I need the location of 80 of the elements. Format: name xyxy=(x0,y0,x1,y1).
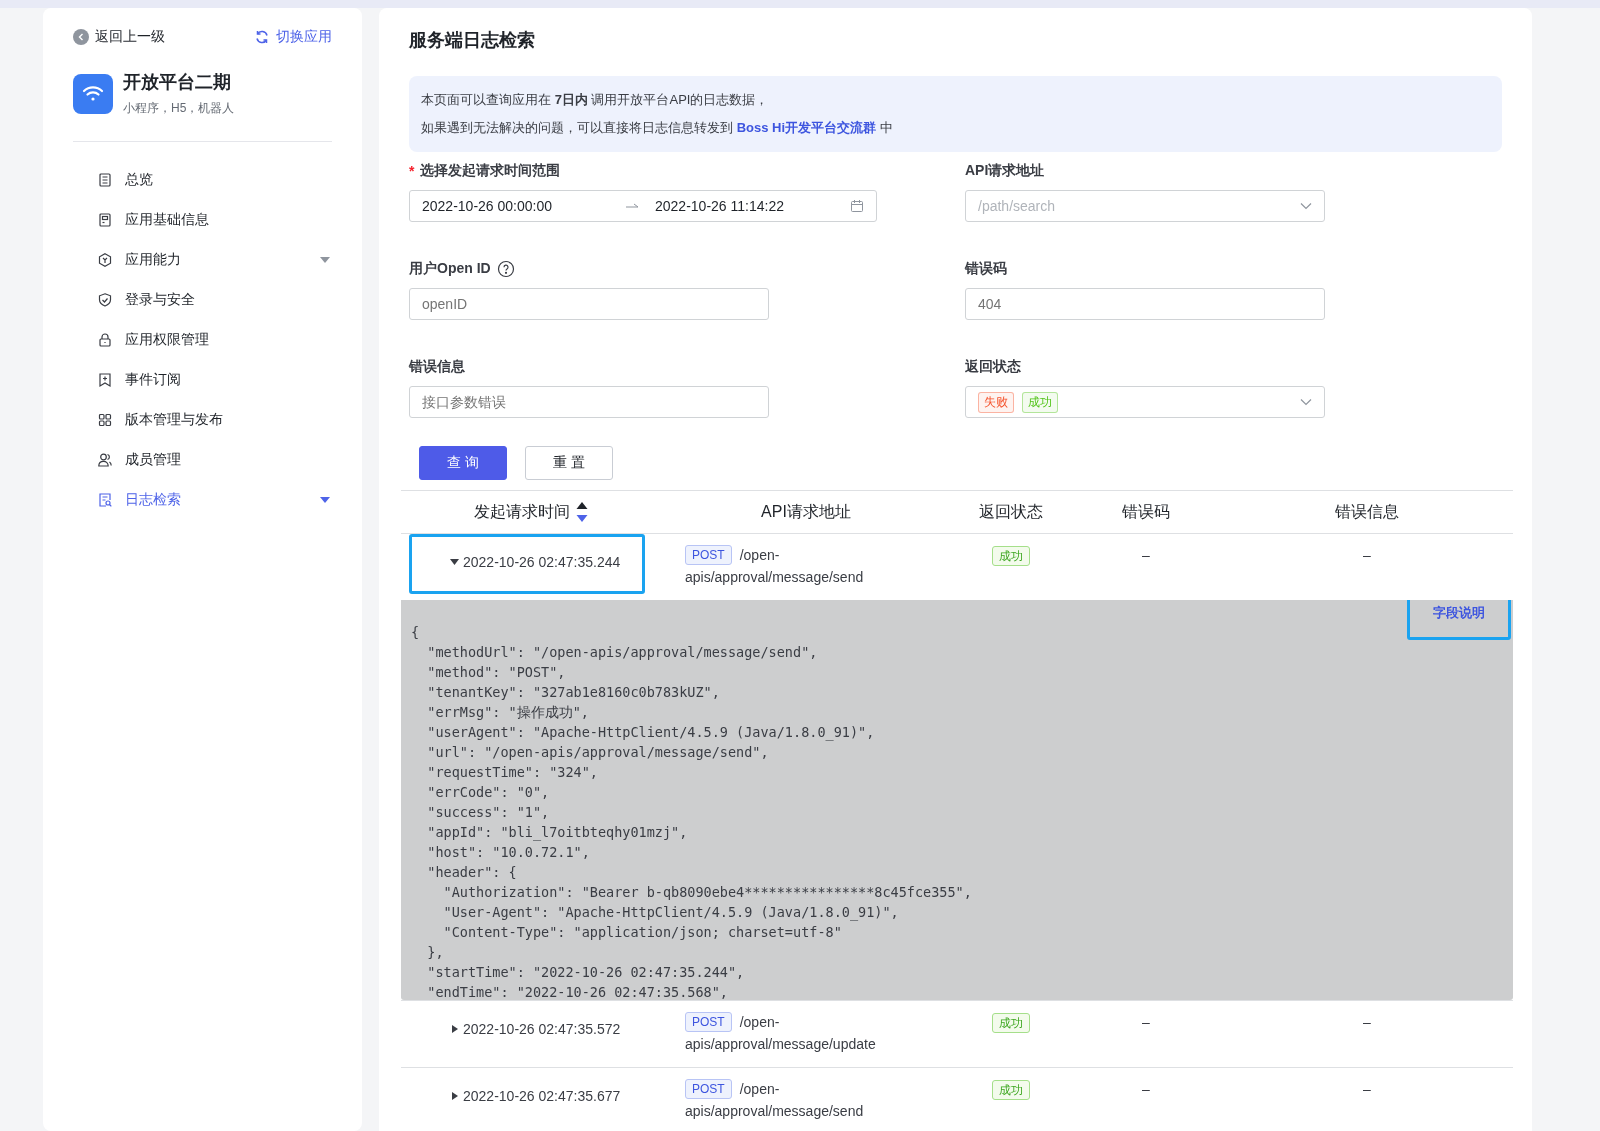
document-icon xyxy=(97,212,113,228)
arrow-icon xyxy=(625,201,639,211)
field-label: 用户Open ID xyxy=(409,260,491,278)
bookmark-icon xyxy=(97,372,113,388)
sort-icon[interactable] xyxy=(576,501,588,523)
column-header: API请求地址 xyxy=(761,501,851,522)
reset-button[interactable]: 重 置 xyxy=(525,446,613,480)
column-header[interactable]: 发起请求时间 xyxy=(474,501,570,523)
end-date: 2022-10-26 11:14:22 xyxy=(655,198,785,214)
nav-item[interactable]: 事件订阅 xyxy=(97,360,332,400)
time-cell[interactable]: 2022-10-26 02:47:35.677 xyxy=(409,1068,645,1128)
caret-down-icon[interactable] xyxy=(450,558,459,566)
caret-right-icon[interactable] xyxy=(450,1025,459,1033)
page-title: 服务端日志检索 xyxy=(409,29,536,52)
field-label: 返回状态 xyxy=(965,358,1021,376)
status-tag: 成功 xyxy=(992,1013,1030,1033)
table-cell: – xyxy=(1142,547,1150,563)
chevron-down-icon xyxy=(1300,202,1312,210)
nav-item[interactable]: 登录与安全 xyxy=(97,280,332,320)
cube-icon xyxy=(97,252,113,268)
notice-text: 本页面可以查询应用在 7日内 调用开放平台API的日志数据， xyxy=(421,91,770,109)
back-icon xyxy=(73,29,89,45)
api-path: POST /open-apis/approval/message/send xyxy=(685,1078,865,1121)
nav-item[interactable]: 应用权限管理 xyxy=(97,320,332,360)
app-name: 开放平台二期 xyxy=(123,71,232,94)
nav-item[interactable]: 应用基础信息 xyxy=(97,200,332,240)
field-label: 选择发起请求时间范围 xyxy=(420,162,561,180)
notice-text: 如果遇到无法解决的问题，可以直接将日志信息转发到 Boss Hi开发平台交流群 中 xyxy=(421,119,894,137)
time-cell[interactable]: 2022-10-26 02:47:35.244 xyxy=(409,534,645,594)
switch-app-link[interactable]: 切换应用 xyxy=(254,28,332,46)
refresh-icon xyxy=(254,29,270,45)
query-button[interactable]: 查 询 xyxy=(419,446,507,480)
time-cell[interactable]: 2022-10-26 02:47:35.572 xyxy=(409,1001,645,1061)
method-tag: POST xyxy=(685,1012,732,1032)
field-label: 错误码 xyxy=(965,260,1007,278)
field-info-link[interactable]: 字段说明 xyxy=(1407,600,1511,640)
app-subtitle: 小程序，H5，机器人 xyxy=(123,100,235,117)
nav-item[interactable]: 成员管理 xyxy=(97,440,332,480)
input-field[interactable]: 404 xyxy=(965,288,1325,320)
list-icon xyxy=(97,172,113,188)
table-cell: – xyxy=(1363,1014,1371,1030)
json-code: { "methodUrl": "/open-apis/approval/message/send", "method": "POST", "tenantKey": "327ab1e8160c0b783kUZ", "errMsg": "操作成功", "userAgent": "Apache-HttpClient/4.5.9 (Java/1.8.0_91)", "url": "/open-apis/approval/message/send", "requestTime": "324", "errCode": "0", "success": "1", "appId": "bli_l7oitbteqhy01mzj", "host": "10.0.72.1", "header": { "Authorization": "Bearer b-qb8090ebe4****************8c45fce355", "User-Agent": "Apache-HttpClient/4.5.9 (Java/1.8.0_91)", "Content-Type": "application/json; charset=utf-8" }, "startTime": "2022-10-26 02:47:35.244", "endTime": "2022-10-26 02:47:35.568", xyxy=(410,623,973,1000)
api-path: POST /open-apis/approval/message/send xyxy=(685,544,865,587)
calendar-icon xyxy=(850,199,864,213)
status-tag: 失败 xyxy=(978,391,1014,413)
field-label: 错误信息 xyxy=(409,358,465,376)
status-tag: 成功 xyxy=(1022,391,1058,413)
shield-icon xyxy=(97,292,113,308)
caret-right-icon[interactable] xyxy=(450,1092,459,1100)
table-cell: – xyxy=(1363,547,1371,563)
method-tag: POST xyxy=(685,545,732,565)
nav-item[interactable]: 版本管理与发布 xyxy=(97,400,332,440)
status-tag: 成功 xyxy=(992,1080,1030,1100)
column-header: 错误码 xyxy=(1122,501,1170,522)
lock-icon xyxy=(97,332,113,348)
input-field[interactable]: openID xyxy=(409,288,769,320)
help-icon[interactable] xyxy=(496,260,515,278)
search-document-icon xyxy=(97,492,113,508)
nav-item[interactable]: 总览 xyxy=(97,160,332,200)
input-field[interactable]: 接口参数错误 xyxy=(409,386,769,418)
column-header: 错误信息 xyxy=(1335,501,1399,522)
method-tag: POST xyxy=(685,1079,732,1099)
wifi-icon xyxy=(73,73,113,114)
back-link[interactable]: 返回上一级 xyxy=(73,28,165,46)
table-cell: – xyxy=(1142,1014,1150,1030)
field-label: API请求地址 xyxy=(965,162,1045,180)
column-header: 返回状态 xyxy=(979,501,1043,522)
required-mark: * xyxy=(409,163,415,179)
nav-item[interactable]: 应用能力 xyxy=(97,240,332,280)
grid-icon xyxy=(97,412,113,428)
status-tag: 成功 xyxy=(992,546,1030,566)
start-date: 2022-10-26 00:00:00 xyxy=(422,198,553,214)
table-cell: – xyxy=(1363,1081,1371,1097)
group-link[interactable]: Boss Hi开发平台交流群 xyxy=(736,120,877,135)
chevron-down-icon xyxy=(1300,398,1312,406)
nav-item[interactable]: 日志检索 xyxy=(97,480,332,520)
date-range-field[interactable]: 2022-10-26 00:00:00 2022-10-26 11:14:22 xyxy=(409,190,877,222)
users-icon xyxy=(97,452,113,468)
api-path: POST /open-apis/approval/message/update xyxy=(685,1011,877,1054)
table-cell: – xyxy=(1142,1081,1150,1097)
